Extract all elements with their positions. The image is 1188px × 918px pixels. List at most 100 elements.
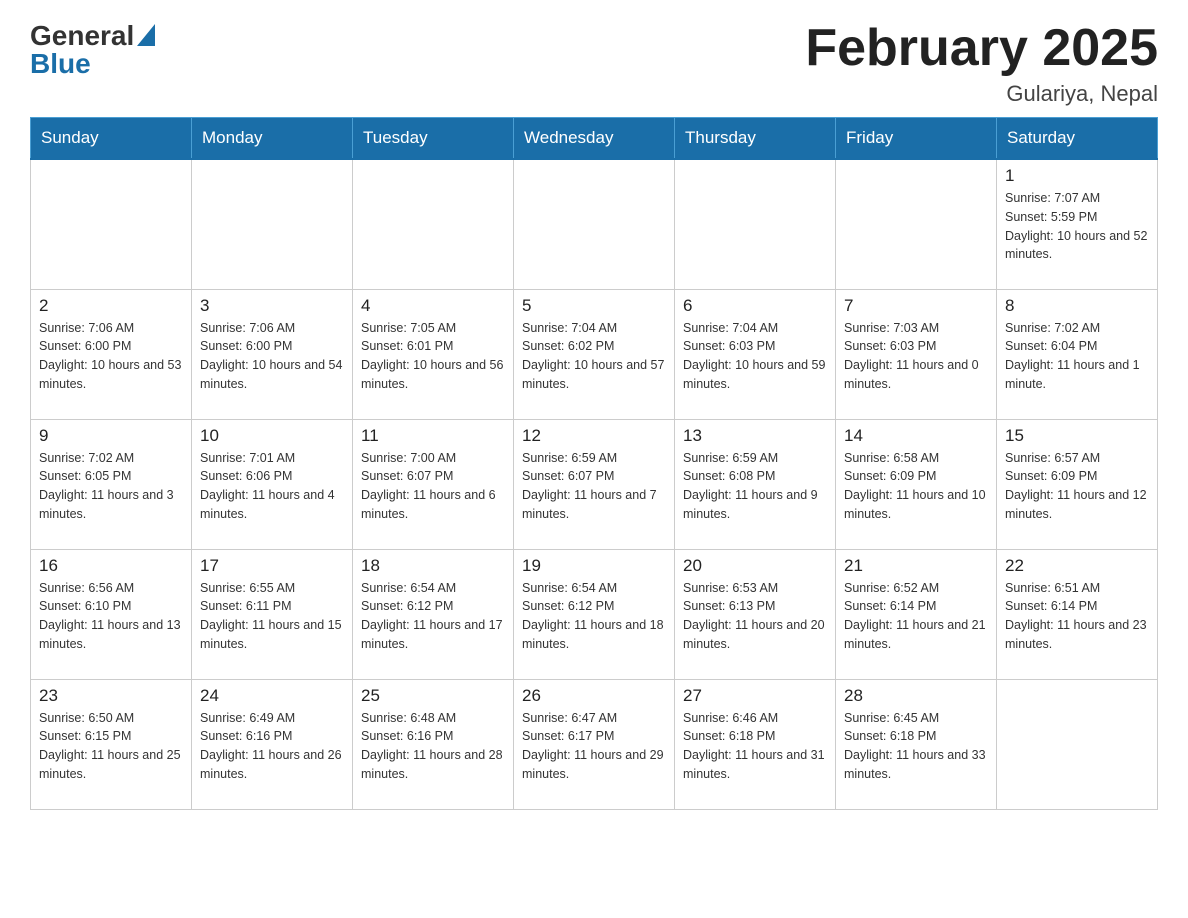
day-number: 5 <box>522 296 666 316</box>
calendar-header-thursday: Thursday <box>675 118 836 160</box>
day-number: 3 <box>200 296 344 316</box>
day-number: 18 <box>361 556 505 576</box>
calendar-cell: 9Sunrise: 7:02 AMSunset: 6:05 PMDaylight… <box>31 419 192 549</box>
calendar-cell: 19Sunrise: 6:54 AMSunset: 6:12 PMDayligh… <box>514 549 675 679</box>
calendar-cell: 1 Sunrise: 7:07 AMSunset: 5:59 PMDaylight… <box>997 159 1158 289</box>
day-info: Sunrise: 7:00 AMSunset: 6:07 PMDaylight:… <box>361 449 505 524</box>
calendar-cell: 17 Sunrise: 6:55 AMSunset: 6:11 PMDayligh… <box>192 549 353 679</box>
calendar-header-saturday: Saturday <box>997 118 1158 160</box>
calendar-header-wednesday: Wednesday <box>514 118 675 160</box>
calendar-header-row: SundayMondayTuesdayWednesdayThursdayFrid… <box>31 118 1158 160</box>
day-info: Sunrise: 7:06 AMSunset: 6:00 PMDaylight:… <box>200 319 344 394</box>
calendar-cell: 15 Sunrise: 6:57 AMSunset: 6:09 PMDayligh… <box>997 419 1158 549</box>
calendar-cell <box>514 159 675 289</box>
day-number: 20 <box>683 556 827 576</box>
calendar-week-3: 9Sunrise: 7:02 AMSunset: 6:05 PMDaylight… <box>31 419 1158 549</box>
calendar-header-monday: Monday <box>192 118 353 160</box>
calendar-cell: 13 Sunrise: 6:59 AMSunset: 6:08 PMDayligh… <box>675 419 836 549</box>
day-info: Sunrise: 7:06 AMSunset: 6:00 PMDaylight:… <box>39 319 183 394</box>
day-number: 2 <box>39 296 183 316</box>
calendar-cell: 2 Sunrise: 7:06 AMSunset: 6:00 PMDaylight… <box>31 289 192 419</box>
calendar-cell: 27 Sunrise: 6:46 AMSunset: 6:18 PMDayligh… <box>675 679 836 809</box>
day-number: 24 <box>200 686 344 706</box>
calendar-header-tuesday: Tuesday <box>353 118 514 160</box>
calendar-cell: 7Sunrise: 7:03 AMSunset: 6:03 PMDaylight… <box>836 289 997 419</box>
day-number: 15 <box>1005 426 1149 446</box>
calendar-cell: 5 Sunrise: 7:04 AMSunset: 6:02 PMDaylight… <box>514 289 675 419</box>
day-info: Sunrise: 6:52 AMSunset: 6:14 PMDaylight:… <box>844 579 988 654</box>
calendar-cell <box>192 159 353 289</box>
logo-blue-text: Blue <box>30 48 155 80</box>
day-number: 4 <box>361 296 505 316</box>
calendar-cell: 26 Sunrise: 6:47 AMSunset: 6:17 PMDayligh… <box>514 679 675 809</box>
day-info: Sunrise: 6:46 AMSunset: 6:18 PMDaylight:… <box>683 709 827 784</box>
calendar-week-4: 16 Sunrise: 6:56 AMSunset: 6:10 PMDayligh… <box>31 549 1158 679</box>
page-header: General Blue February 2025 Gulariya, Nep… <box>30 20 1158 107</box>
calendar-cell: 8Sunrise: 7:02 AMSunset: 6:04 PMDaylight… <box>997 289 1158 419</box>
calendar-cell: 22 Sunrise: 6:51 AMSunset: 6:14 PMDayligh… <box>997 549 1158 679</box>
day-info: Sunrise: 6:47 AMSunset: 6:17 PMDaylight:… <box>522 709 666 784</box>
calendar-cell: 24Sunrise: 6:49 AMSunset: 6:16 PMDayligh… <box>192 679 353 809</box>
calendar-cell: 16 Sunrise: 6:56 AMSunset: 6:10 PMDayligh… <box>31 549 192 679</box>
day-info: Sunrise: 6:58 AMSunset: 6:09 PMDaylight:… <box>844 449 988 524</box>
day-info: Sunrise: 6:50 AMSunset: 6:15 PMDaylight:… <box>39 709 183 784</box>
calendar-cell <box>31 159 192 289</box>
calendar-cell: 11Sunrise: 7:00 AMSunset: 6:07 PMDayligh… <box>353 419 514 549</box>
calendar-cell: 12Sunrise: 6:59 AMSunset: 6:07 PMDayligh… <box>514 419 675 549</box>
day-info: Sunrise: 6:57 AMSunset: 6:09 PMDaylight:… <box>1005 449 1149 524</box>
day-info: Sunrise: 7:05 AMSunset: 6:01 PMDaylight:… <box>361 319 505 394</box>
calendar-cell <box>997 679 1158 809</box>
calendar-cell: 21 Sunrise: 6:52 AMSunset: 6:14 PMDayligh… <box>836 549 997 679</box>
day-number: 27 <box>683 686 827 706</box>
calendar-week-5: 23 Sunrise: 6:50 AMSunset: 6:15 PMDayligh… <box>31 679 1158 809</box>
title-block: February 2025 Gulariya, Nepal <box>805 20 1158 107</box>
day-number: 8 <box>1005 296 1149 316</box>
logo: General Blue <box>30 20 155 80</box>
calendar-cell: 3 Sunrise: 7:06 AMSunset: 6:00 PMDaylight… <box>192 289 353 419</box>
day-number: 28 <box>844 686 988 706</box>
day-number: 9 <box>39 426 183 446</box>
day-number: 6 <box>683 296 827 316</box>
day-info: Sunrise: 7:04 AMSunset: 6:02 PMDaylight:… <box>522 319 666 394</box>
calendar-header-sunday: Sunday <box>31 118 192 160</box>
day-number: 26 <box>522 686 666 706</box>
calendar-cell: 20 Sunrise: 6:53 AMSunset: 6:13 PMDayligh… <box>675 549 836 679</box>
day-number: 21 <box>844 556 988 576</box>
day-number: 25 <box>361 686 505 706</box>
day-info: Sunrise: 6:55 AMSunset: 6:11 PMDaylight:… <box>200 579 344 654</box>
day-number: 1 <box>1005 166 1149 186</box>
logo-triangle-icon <box>137 24 155 46</box>
calendar-table: SundayMondayTuesdayWednesdayThursdayFrid… <box>30 117 1158 810</box>
day-number: 16 <box>39 556 183 576</box>
day-info: Sunrise: 7:07 AMSunset: 5:59 PMDaylight:… <box>1005 189 1149 264</box>
day-number: 17 <box>200 556 344 576</box>
day-number: 22 <box>1005 556 1149 576</box>
calendar-cell: 28 Sunrise: 6:45 AMSunset: 6:18 PMDayligh… <box>836 679 997 809</box>
calendar-cell: 10Sunrise: 7:01 AMSunset: 6:06 PMDayligh… <box>192 419 353 549</box>
calendar-cell: 25Sunrise: 6:48 AMSunset: 6:16 PMDayligh… <box>353 679 514 809</box>
calendar-cell <box>836 159 997 289</box>
day-info: Sunrise: 6:56 AMSunset: 6:10 PMDaylight:… <box>39 579 183 654</box>
day-number: 19 <box>522 556 666 576</box>
day-info: Sunrise: 7:03 AMSunset: 6:03 PMDaylight:… <box>844 319 988 394</box>
location-title: Gulariya, Nepal <box>805 81 1158 107</box>
calendar-week-1: 1 Sunrise: 7:07 AMSunset: 5:59 PMDaylight… <box>31 159 1158 289</box>
day-info: Sunrise: 6:54 AMSunset: 6:12 PMDaylight:… <box>361 579 505 654</box>
day-info: Sunrise: 7:04 AMSunset: 6:03 PMDaylight:… <box>683 319 827 394</box>
day-number: 13 <box>683 426 827 446</box>
calendar-week-2: 2 Sunrise: 7:06 AMSunset: 6:00 PMDaylight… <box>31 289 1158 419</box>
day-number: 14 <box>844 426 988 446</box>
calendar-cell: 4 Sunrise: 7:05 AMSunset: 6:01 PMDaylight… <box>353 289 514 419</box>
day-number: 23 <box>39 686 183 706</box>
day-info: Sunrise: 6:59 AMSunset: 6:08 PMDaylight:… <box>683 449 827 524</box>
day-info: Sunrise: 7:01 AMSunset: 6:06 PMDaylight:… <box>200 449 344 524</box>
calendar-cell: 14 Sunrise: 6:58 AMSunset: 6:09 PMDayligh… <box>836 419 997 549</box>
calendar-cell: 6 Sunrise: 7:04 AMSunset: 6:03 PMDaylight… <box>675 289 836 419</box>
calendar-cell: 18 Sunrise: 6:54 AMSunset: 6:12 PMDayligh… <box>353 549 514 679</box>
calendar-cell: 23 Sunrise: 6:50 AMSunset: 6:15 PMDayligh… <box>31 679 192 809</box>
day-info: Sunrise: 6:45 AMSunset: 6:18 PMDaylight:… <box>844 709 988 784</box>
day-info: Sunrise: 6:51 AMSunset: 6:14 PMDaylight:… <box>1005 579 1149 654</box>
calendar-cell <box>353 159 514 289</box>
day-info: Sunrise: 6:53 AMSunset: 6:13 PMDaylight:… <box>683 579 827 654</box>
month-title: February 2025 <box>805 20 1158 77</box>
